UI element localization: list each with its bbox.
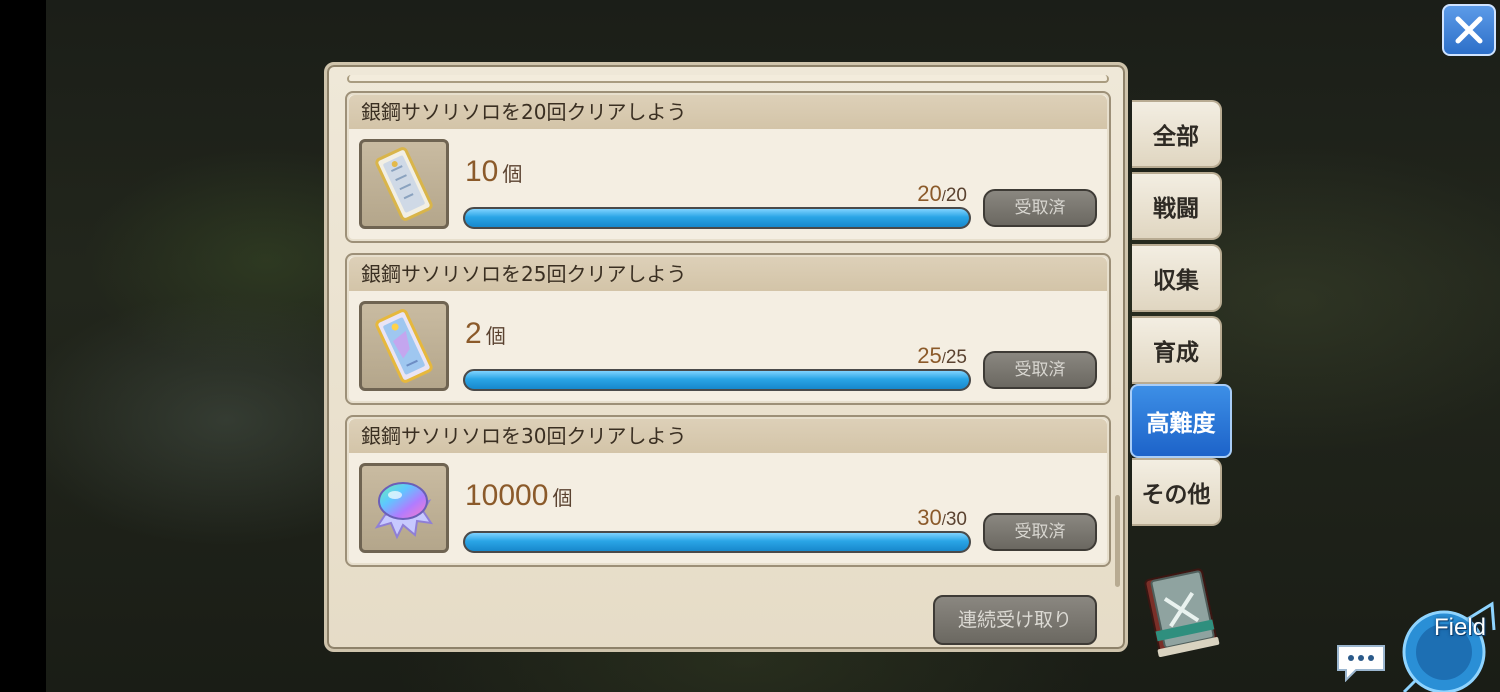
chat-icon[interactable]	[1334, 642, 1388, 682]
mission-item: 銀鋼サソリソロを20回クリアしよう 10 個 20/20 受取済	[345, 91, 1111, 243]
mission-item: 銀鋼サソリソロを30回クリアしよう 10000 個 30/30 受取済	[345, 415, 1111, 567]
ticket-icon	[375, 147, 433, 221]
mission-item: 銀鋼サソリソロを25回クリアしよう 2個 25/25 受取済	[345, 253, 1111, 405]
claimed-button[interactable]: 受取済	[983, 513, 1097, 551]
mission-title: 銀鋼サソリソロを30回クリアしよう	[349, 419, 1107, 453]
reward-count: 2個	[465, 317, 506, 350]
tab-training[interactable]: 育成	[1132, 316, 1222, 384]
claimed-button[interactable]: 受取済	[983, 351, 1097, 389]
previous-item-edge	[347, 75, 1109, 83]
progress-text: 25/25	[917, 343, 967, 368]
bulk-claim-button[interactable]: 連続受け取り	[933, 595, 1097, 645]
tab-battle[interactable]: 戦闘	[1132, 172, 1222, 240]
reward-count: 10000 個	[465, 479, 573, 512]
progress-text: 20/20	[917, 181, 967, 206]
mission-book-icon[interactable]	[1138, 566, 1222, 658]
progress-bar-fill	[465, 371, 969, 389]
rare-ticket-icon	[375, 309, 433, 383]
progress-text: 30/30	[917, 505, 967, 530]
reward-icon-frame	[359, 139, 449, 229]
mission-panel: 銀鋼サソリソロを20回クリアしよう 10 個 20/20 受取済 銀鋼サソリソロを…	[324, 62, 1128, 652]
reward-icon-frame	[359, 301, 449, 391]
scrollbar[interactable]	[1115, 495, 1120, 587]
reward-count: 10 個	[465, 155, 523, 188]
left-black-bar	[0, 0, 46, 692]
progress-bar	[463, 369, 971, 391]
tab-high-difficulty[interactable]: 高難度	[1130, 384, 1232, 458]
progress-bar	[463, 531, 971, 553]
reward-icon-frame	[359, 463, 449, 553]
tab-collect[interactable]: 収集	[1132, 244, 1222, 312]
tab-other[interactable]: その他	[1132, 458, 1222, 526]
rainbow-crystal-icon	[374, 482, 434, 540]
close-button[interactable]	[1442, 4, 1496, 56]
progress-bar-fill	[465, 533, 969, 551]
mission-title: 銀鋼サソリソロを20回クリアしよう	[349, 95, 1107, 129]
progress-bar	[463, 207, 971, 229]
mission-title: 銀鋼サソリソロを25回クリアしよう	[349, 257, 1107, 291]
field-label: Field	[1434, 614, 1487, 641]
close-icon	[1455, 16, 1483, 44]
tab-all[interactable]: 全部	[1132, 100, 1222, 168]
progress-bar-fill	[465, 209, 969, 227]
claimed-button[interactable]: 受取済	[983, 189, 1097, 227]
